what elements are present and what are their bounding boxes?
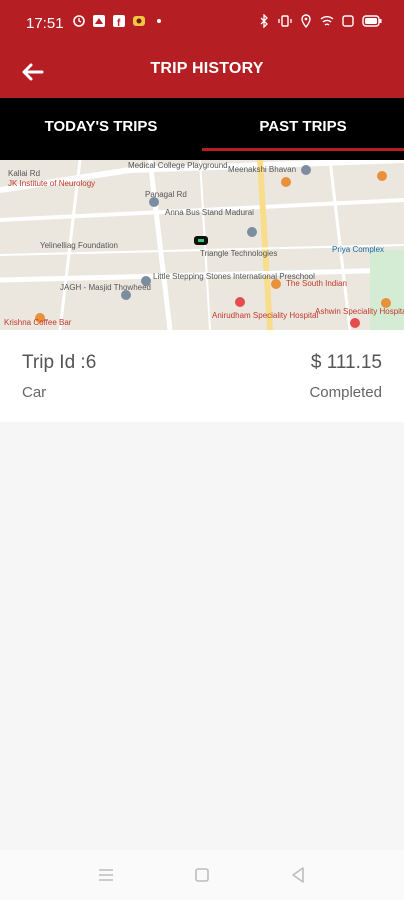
facebook-icon: f xyxy=(113,15,125,28)
location-icon xyxy=(301,14,311,28)
drive-icon xyxy=(93,15,105,27)
page-title: TRIP HISTORY xyxy=(150,60,264,77)
menu-icon[interactable] xyxy=(95,864,117,886)
home-icon[interactable] xyxy=(191,864,213,886)
tab-todays-trips[interactable]: TODAY'S TRIPS xyxy=(0,98,202,160)
trip-map[interactable]: Kallai Rd JK Institute of Neurology Panaga… xyxy=(0,160,404,330)
system-icons xyxy=(257,14,382,28)
map-label: Triangle Technologies xyxy=(200,249,277,258)
trip-card[interactable]: Trip Id :6 Car $ 111.15 Completed xyxy=(0,330,404,422)
map-label: Krishna Coffee Bar xyxy=(4,318,72,327)
map-label: JAGH - Masjid Thowheed xyxy=(60,283,151,292)
sim-icon xyxy=(342,15,354,27)
app-bar: TRIP HISTORY xyxy=(0,48,404,98)
map-label: Yelinelliag Foundation xyxy=(40,241,118,250)
vibrate-icon xyxy=(278,15,292,27)
map-label: Meenakshi Bhavan xyxy=(228,165,296,174)
tab-past-trips[interactable]: PAST TRIPS xyxy=(202,98,404,160)
notification-icons: f xyxy=(72,14,166,28)
trip-id: Trip Id :6 xyxy=(22,352,97,373)
battery-icon xyxy=(362,15,382,27)
bluetooth-icon xyxy=(260,14,268,28)
map-label: Kallai Rd xyxy=(8,169,40,178)
sync-icon xyxy=(73,15,85,27)
map-label: Anirudham Speciality Hospital xyxy=(212,311,318,320)
dot-icon xyxy=(157,19,161,23)
back-nav-icon[interactable] xyxy=(287,864,309,886)
map-graphic: Kallai RdJK Institute of Neurology Panaga… xyxy=(0,160,404,330)
trip-status: Completed xyxy=(309,384,382,401)
app-icon xyxy=(133,16,145,26)
wifi-icon xyxy=(320,16,334,26)
trip-price: $ 111.15 xyxy=(310,352,382,373)
map-label: Anna Bus Stand Madurai xyxy=(165,208,254,217)
map-label: Priya Complex xyxy=(332,245,384,254)
status-bar: 17:51 f xyxy=(0,0,404,48)
map-label: Medical College Playground xyxy=(128,161,228,170)
map-label: JK Institute of Neurology xyxy=(8,179,95,188)
map-label: The South Indian xyxy=(286,279,347,288)
map-label: Ashwin Speciality Hospital xyxy=(315,307,404,316)
vehicle-type: Car xyxy=(22,384,47,401)
trip-tabs: TODAY'S TRIPS PAST TRIPS xyxy=(0,98,404,160)
map-label: Panagal Rd xyxy=(145,190,187,199)
system-nav-bar xyxy=(0,850,404,900)
status-time: 17:51 xyxy=(26,15,64,32)
